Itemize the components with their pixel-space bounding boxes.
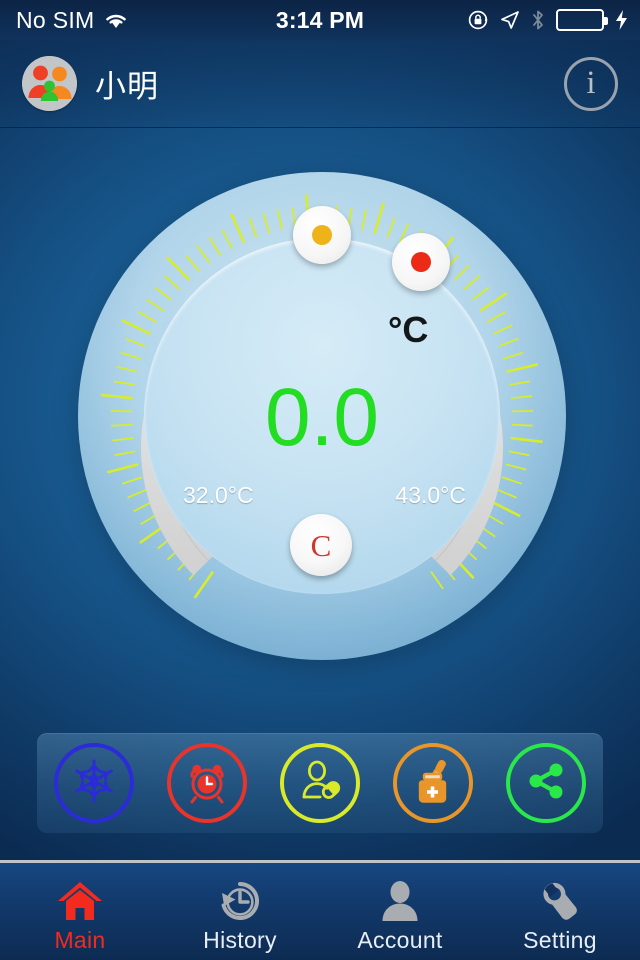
medication-button[interactable] (393, 743, 474, 823)
range-max-label: 43.0°C (395, 482, 466, 508)
medicine-person-button[interactable] (279, 743, 360, 823)
snowflake-icon (70, 757, 118, 810)
high-alarm-indicator (411, 252, 431, 272)
high-alarm-knob[interactable] (392, 233, 450, 291)
unit-toggle-label: C (310, 527, 332, 563)
status-bar: No SIM 3:14 PM (0, 0, 640, 40)
home-icon (56, 875, 104, 923)
share-icon (524, 759, 568, 808)
status-bar-right (467, 9, 628, 31)
share-button[interactable] (506, 743, 587, 823)
user-name-label: 小明 (95, 69, 159, 104)
location-arrow-icon (500, 10, 520, 30)
family-group-avatar[interactable] (22, 56, 77, 111)
action-toolbar (37, 733, 603, 833)
medicine-bottle-icon (408, 756, 458, 811)
person-pill-icon (295, 756, 345, 811)
app-root: No SIM 3:14 PM 小明 i °C 0.0 32.0°C 43.0°C… (0, 0, 640, 960)
bluetooth-icon (531, 9, 545, 31)
tab-account[interactable]: Account (320, 863, 480, 960)
tab-setting-label: Setting (523, 927, 597, 953)
temperature-gauge: °C 0.0 32.0°C 43.0°C C (78, 172, 566, 660)
battery-icon (556, 9, 608, 31)
tab-history-label: History (203, 927, 277, 953)
nav-bar: 小明 i (0, 40, 640, 128)
unit-indicator: °C (388, 309, 429, 350)
rotation-lock-icon (467, 9, 489, 31)
temperature-reading: 0.0 (265, 372, 379, 463)
wrench-icon (537, 875, 583, 923)
tab-history[interactable]: History (160, 863, 320, 960)
tab-account-label: Account (357, 927, 443, 953)
cooling-button[interactable] (53, 743, 134, 823)
tab-main[interactable]: Main (0, 863, 160, 960)
tab-main-label: Main (54, 927, 106, 953)
alarm-button[interactable] (166, 743, 247, 823)
tab-setting[interactable]: Setting (480, 863, 640, 960)
person-icon (379, 875, 421, 923)
info-label: i (586, 65, 596, 101)
unit-toggle-button[interactable]: C (290, 514, 352, 576)
history-icon (217, 875, 263, 923)
range-min-label: 32.0°C (183, 482, 254, 508)
low-alarm-indicator (312, 225, 332, 245)
alarm-clock-icon (183, 757, 231, 810)
tab-bar: Main History Account Setting (0, 860, 640, 960)
charging-bolt-icon (615, 10, 628, 30)
info-icon[interactable]: i (564, 56, 618, 111)
low-alarm-knob[interactable] (293, 206, 351, 264)
